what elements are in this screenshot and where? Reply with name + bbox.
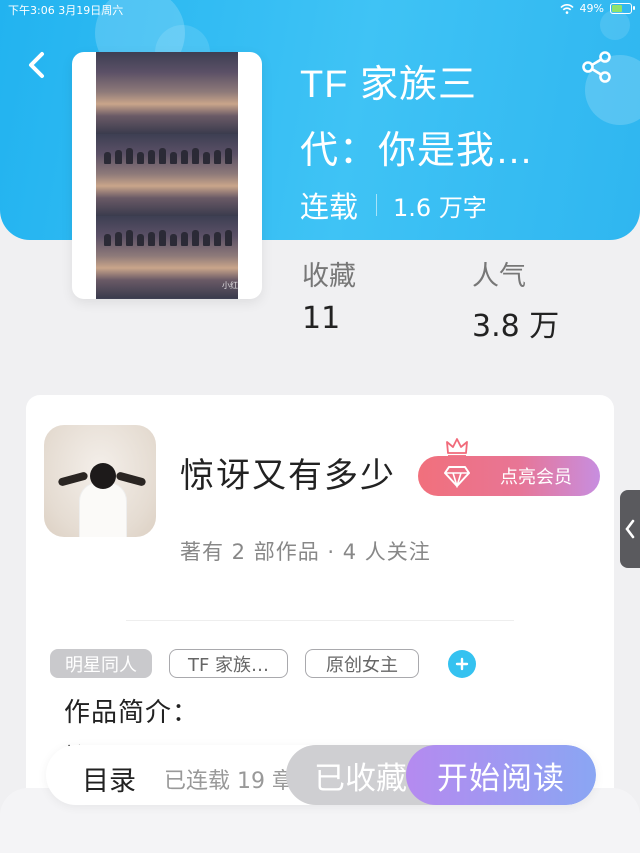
- diamond-icon: [444, 466, 470, 488]
- side-drawer-handle[interactable]: [620, 490, 640, 568]
- avatar-figure: [115, 471, 147, 487]
- book-title-line: 代：你是我…: [300, 130, 535, 172]
- battery-percent: 49%: [579, 2, 604, 15]
- book-title-line: TF 家族三: [300, 64, 477, 106]
- vip-button[interactable]: 点亮会员: [418, 456, 600, 496]
- battery-icon: [610, 3, 635, 14]
- cover-figure: [192, 230, 199, 246]
- cover-figure: [181, 150, 188, 164]
- card-divider: [126, 620, 514, 621]
- cover-figure: [203, 234, 210, 246]
- cover-figure: [159, 230, 166, 246]
- battery-fill: [612, 5, 622, 12]
- cover-figures: [96, 144, 238, 164]
- cover-figure: [181, 232, 188, 246]
- author-name[interactable]: 惊讶又有多少: [180, 448, 396, 497]
- book-meta: 连载 1.6 万字: [300, 184, 487, 226]
- author-summary: 著有 2 部作品 · 4 人关注: [180, 540, 431, 564]
- cover-watermark: 小红书号: [222, 281, 254, 290]
- cover-figures: [96, 226, 238, 246]
- back-button[interactable]: [22, 48, 52, 82]
- cover-figure: [126, 230, 133, 246]
- book-cover[interactable]: 小红书号: [72, 52, 262, 299]
- word-count: 1.6 万字: [393, 193, 487, 222]
- cover-figure: [115, 232, 122, 246]
- popularity-stat: 人气 3.8 万: [472, 254, 559, 345]
- avatar-figure: [57, 471, 89, 487]
- popularity-value: 3.8 万: [472, 309, 560, 344]
- serial-status: 连载: [300, 190, 359, 224]
- favorites-value: 11: [302, 301, 341, 336]
- share-icon: [582, 51, 611, 83]
- cover-image: [96, 52, 238, 299]
- status-time: 下午3:06 3月19日周六: [8, 4, 124, 17]
- favorites-stat: 收藏 11: [302, 254, 356, 336]
- cover-figure: [137, 152, 144, 164]
- cover-figure: [137, 234, 144, 246]
- tag-chip[interactable]: 原创女主: [305, 649, 419, 678]
- cover-figure: [104, 152, 111, 164]
- vip-label: 点亮会员: [500, 467, 572, 488]
- popularity-label: 人气: [472, 261, 526, 292]
- avatar-figure: [80, 483, 126, 537]
- tag-list: 明星同人 TF 家族… 原创女主: [50, 649, 476, 678]
- meta-divider: [376, 194, 378, 216]
- intro-label: 作品简介：: [64, 698, 200, 728]
- cover-figure: [225, 230, 232, 246]
- bottom-action-bar: 目录 已连载 19 章 已收藏 开始阅读: [46, 745, 596, 805]
- crown-icon: [446, 438, 468, 457]
- cover-figure: [104, 234, 111, 246]
- chapter-count: 已连载 19 章: [164, 769, 294, 794]
- start-reading-button[interactable]: 开始阅读: [406, 745, 596, 805]
- chevron-left-icon: [29, 52, 44, 78]
- toc-button[interactable]: 目录: [82, 759, 136, 798]
- cover-figure: [225, 148, 232, 164]
- favorited-label: 已收藏: [314, 760, 407, 797]
- share-button[interactable]: [580, 50, 614, 84]
- cover-figure: [214, 232, 221, 246]
- book-title: TF 家族三 代：你是我…: [300, 52, 580, 184]
- plus-icon: [455, 657, 469, 670]
- cover-figure: [214, 150, 221, 164]
- cover-figure: [203, 152, 210, 164]
- avatar[interactable]: [44, 425, 156, 537]
- chevron-left-icon: [625, 519, 635, 539]
- status-bar: 下午3:06 3月19日周六 49%: [0, 0, 640, 18]
- cover-figure: [170, 234, 177, 246]
- avatar-figure: [90, 463, 116, 489]
- tag-chip[interactable]: TF 家族…: [169, 649, 288, 678]
- cover-figure: [192, 148, 199, 164]
- cover-figure: [148, 150, 155, 164]
- cover-figure: [126, 148, 133, 164]
- cover-figure: [159, 148, 166, 164]
- start-reading-label: 开始阅读: [437, 760, 565, 797]
- cover-figure: [148, 232, 155, 246]
- tag-chip[interactable]: 明星同人: [50, 649, 152, 678]
- cover-figure: [170, 152, 177, 164]
- cover-figure: [115, 150, 122, 164]
- wifi-icon: [559, 3, 574, 14]
- add-tag-button[interactable]: [448, 649, 476, 678]
- favorites-label: 收藏: [302, 261, 356, 292]
